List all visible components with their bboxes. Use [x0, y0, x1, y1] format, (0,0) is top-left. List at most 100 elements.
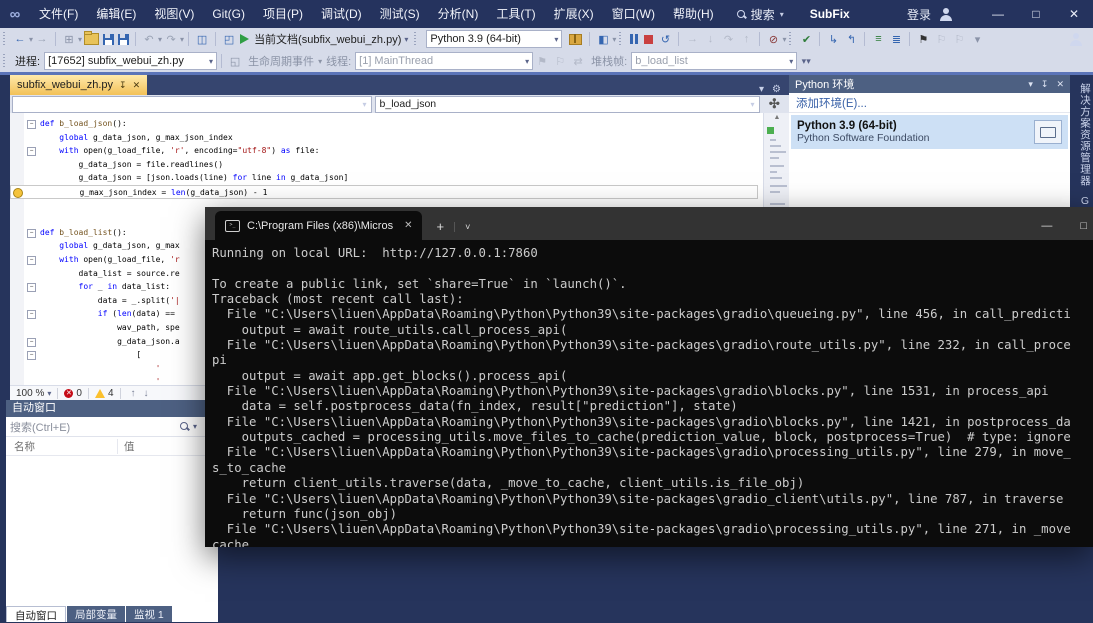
user-profile-icon[interactable]	[939, 7, 953, 21]
pin-icon[interactable]: ↧	[1041, 79, 1049, 90]
prev-bookmark-icon[interactable]: ⚐	[933, 31, 949, 47]
redo-icon-caret-icon[interactable]: ▾	[180, 35, 184, 44]
thread-combobox[interactable]: [1] MainThread▾	[355, 52, 533, 70]
new-project-icon-caret-icon[interactable]: ▾	[78, 35, 82, 44]
interactive-list-icon[interactable]: ≡	[870, 31, 886, 47]
process-combobox[interactable]: [17652] subfix_webui_zh.py▾	[44, 52, 217, 70]
step-out-icon[interactable]: ↑	[738, 31, 754, 47]
document-tab[interactable]: subfix_webui_zh.py ↧ ✕	[10, 75, 147, 95]
member-dropdown[interactable]: b_load_json▾	[375, 96, 760, 113]
loop-icon[interactable]: ⇄	[570, 53, 586, 69]
autos-title[interactable]: 自动窗口	[6, 400, 218, 417]
fold-collapse-icon[interactable]: −	[27, 256, 36, 265]
breakpoints-icon-caret-icon[interactable]: ▾	[782, 35, 786, 44]
menu-item[interactable]: 帮助(H)	[664, 0, 723, 28]
fold-collapse-icon[interactable]: −	[27, 120, 36, 129]
open-folder-icon[interactable]	[84, 33, 99, 45]
menu-item[interactable]: 文件(F)	[30, 0, 87, 28]
undo-icon-caret-icon[interactable]: ▾	[158, 35, 162, 44]
lightbulb-icon[interactable]	[13, 188, 23, 198]
new-project-icon[interactable]: ⊞	[61, 31, 77, 47]
python-environment-combobox[interactable]: Python 3.9 (64-bit)▾	[426, 30, 562, 48]
search-options-caret-icon[interactable]: ▾	[193, 422, 197, 431]
window-layout-icon-caret-icon[interactable]: ▾	[612, 35, 616, 44]
editor-options-gear-icon[interactable]: ⚙	[772, 84, 781, 95]
toolbar-drag-handle[interactable]	[3, 32, 8, 46]
stack-frame-combobox[interactable]: b_load_list▾	[631, 52, 797, 70]
bookmark-more-icon[interactable]: ▾	[969, 31, 985, 47]
code-line[interactable]: global g_data_json, g_max_json_index	[10, 131, 762, 145]
fold-collapse-icon[interactable]: −	[27, 229, 36, 238]
terminal-window[interactable]: >_ C:\Program Files (x86)\Micros ✕ + ˅ —…	[205, 207, 1093, 547]
new-tab-button[interactable]: +	[436, 219, 444, 234]
error-count[interactable]: 0	[76, 388, 82, 399]
maximize-button[interactable]: □	[1017, 0, 1055, 28]
type-dropdown[interactable]: ▾	[12, 96, 372, 113]
environment-list-item[interactable]: Python 3.9 (64-bit) Python Software Foun…	[791, 115, 1068, 149]
find-in-files-icon[interactable]: ◫	[194, 31, 210, 47]
side-tab[interactable]: 解决方案资源管理器	[1070, 83, 1093, 187]
redo-icon[interactable]: ↷	[163, 31, 179, 47]
split-editor-handle[interactable]: ✣	[760, 96, 789, 112]
code-line[interactable]: − with open(g_load_file, 'r', encoding="…	[10, 144, 762, 158]
feedback-icon[interactable]	[1069, 32, 1083, 46]
stop-icon[interactable]	[644, 35, 653, 44]
toolbar-drag-handle[interactable]	[789, 32, 794, 46]
code-line[interactable]: g_data_json = [json.loads(line) for line…	[10, 171, 762, 185]
menu-item[interactable]: 项目(P)	[254, 0, 312, 28]
fold-collapse-icon[interactable]: −	[27, 351, 36, 360]
step-over-icon[interactable]: ↷	[720, 31, 736, 47]
code-line[interactable]: −def b_load_json():	[10, 117, 762, 131]
run-target-caret-icon[interactable]: ▾	[404, 35, 408, 44]
toolbar-drag-handle[interactable]	[414, 32, 419, 46]
save-all-icon[interactable]	[118, 34, 129, 45]
autos-tab[interactable]: 自动窗口	[6, 606, 66, 622]
code-line[interactable]: g_data_json = file.readlines()	[10, 158, 762, 172]
start-debug-button[interactable]	[240, 34, 249, 44]
pin-icon[interactable]: ↧	[119, 80, 127, 91]
restart-icon[interactable]: ↺	[657, 31, 673, 47]
lifecycle-events-label[interactable]: 生命周期事件	[248, 53, 314, 69]
warning-count[interactable]: 4	[108, 388, 114, 399]
forward-icon[interactable]: →	[34, 31, 50, 47]
window-position-caret-icon[interactable]: ▾	[1028, 79, 1033, 90]
breakpoints-icon[interactable]: ⊘	[765, 31, 781, 47]
panel-header[interactable]: Python 环境 ▾ ↧ ✕	[789, 75, 1070, 93]
terminal-output[interactable]: Running on local URL: http://127.0.0.1:7…	[205, 240, 1093, 547]
back-icon-caret-icon[interactable]: ▾	[29, 35, 33, 44]
prev-issue-icon[interactable]: ↑	[131, 388, 136, 399]
goto-cursor-icon[interactable]: ↳	[825, 31, 841, 47]
fold-collapse-icon[interactable]: −	[27, 338, 36, 347]
terminal-tab[interactable]: >_ C:\Program Files (x86)\Micros ✕	[215, 211, 422, 240]
run-to-cursor-icon[interactable]: ↰	[843, 31, 859, 47]
zoom-level[interactable]: 100 %	[16, 388, 44, 399]
undo-icon[interactable]: ↶	[141, 31, 157, 47]
web-preview-icon[interactable]: ◰	[221, 31, 237, 47]
terminal-title-bar[interactable]: >_ C:\Program Files (x86)\Micros ✕ + ˅ —…	[205, 207, 1093, 240]
document-list-caret-icon[interactable]: ▾	[759, 84, 764, 95]
menu-item[interactable]: 调试(D)	[312, 0, 371, 28]
fold-collapse-icon[interactable]: −	[27, 283, 36, 292]
lifecycle-caret-icon[interactable]: ▾	[318, 57, 322, 66]
flag-outline-icon[interactable]: ⚐	[552, 53, 568, 69]
close-icon[interactable]: ✕	[1056, 79, 1064, 90]
pause-icon[interactable]	[630, 34, 638, 44]
next-bookmark-icon[interactable]: ⚐	[951, 31, 967, 47]
menu-item[interactable]: 视图(V)	[145, 0, 203, 28]
window-layout-icon[interactable]: ◧	[595, 31, 611, 47]
close-button[interactable]: ✕	[1055, 0, 1093, 28]
minimize-button[interactable]: —	[979, 0, 1017, 28]
toolbar-drag-handle[interactable]	[619, 32, 624, 46]
tab-dropdown-icon[interactable]: ˅	[454, 222, 470, 232]
sign-in-button[interactable]: 登录	[907, 6, 931, 23]
menu-item[interactable]: 测试(S)	[371, 0, 429, 28]
fold-collapse-icon[interactable]: −	[27, 310, 36, 319]
code-line[interactable]: g_max_json_index = len(g_data_json) - 1	[10, 185, 758, 199]
zoom-caret-icon[interactable]: ▾	[47, 389, 51, 398]
terminal-maximize-button[interactable]: □	[1080, 220, 1087, 232]
column-name[interactable]: 名称	[6, 439, 118, 454]
run-target-label[interactable]: 当前文档(subfix_webui_zh.py)	[254, 31, 401, 47]
next-issue-icon[interactable]: ↓	[144, 388, 149, 399]
menu-item[interactable]: 工具(T)	[487, 0, 544, 28]
search-box[interactable]: 搜索 ▾	[737, 6, 784, 23]
